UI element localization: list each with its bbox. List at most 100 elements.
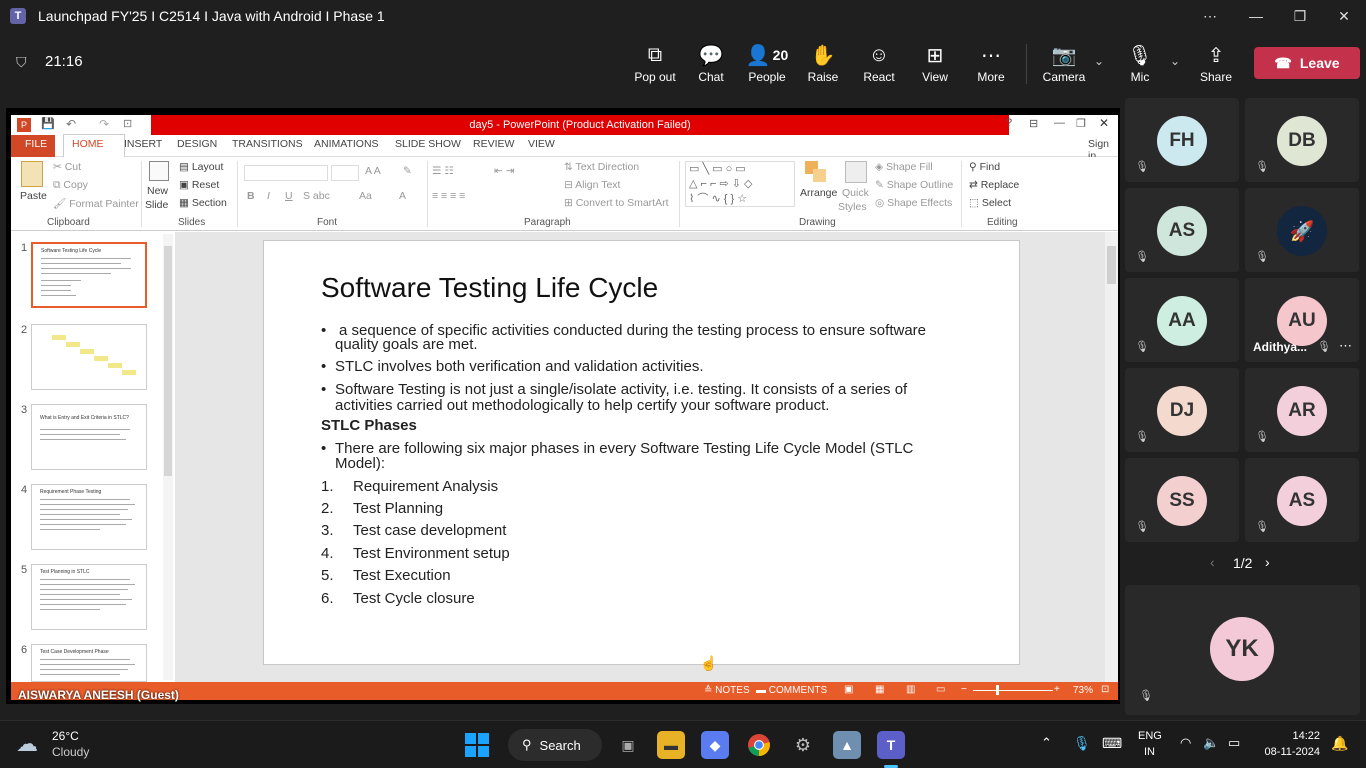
copy-button[interactable]: ⧉ Copy [53, 179, 88, 192]
battery-icon[interactable]: ▭ [1228, 735, 1240, 751]
find-button[interactable]: ⚲ Find [969, 161, 1000, 173]
minimize-button[interactable]: — [1234, 0, 1278, 32]
people-button[interactable]: 👤 20 People [739, 42, 795, 92]
participant-tile[interactable]: FH 🎙 [1125, 98, 1239, 182]
clock-date[interactable]: 08-11-2024 [1256, 746, 1320, 758]
close-button[interactable]: ✕ [1322, 0, 1366, 32]
quick-styles-button[interactable]: Quick [842, 187, 869, 199]
bold-icon[interactable]: B [247, 190, 255, 202]
slide-thumbnails-pane[interactable]: 1 Software Testing Life Cycle 2 3 What i… [11, 232, 175, 682]
chrome-icon[interactable] [745, 731, 773, 759]
tab-animations[interactable]: ANIMATIONS [314, 138, 379, 150]
slide-editor[interactable]: Software Testing Life Cycle • a sequence … [175, 232, 1118, 682]
current-slide[interactable]: Software Testing Life Cycle • a sequence … [263, 240, 1020, 665]
new-slide-label[interactable]: New [147, 185, 168, 197]
ppt-close-button[interactable]: ✕ [1099, 116, 1109, 130]
participant-tile[interactable]: AA 🎙 [1125, 278, 1239, 362]
layout-button[interactable]: ▤ Layout [179, 161, 223, 173]
cut-button[interactable]: ✂ Cut [53, 161, 81, 173]
wifi-icon[interactable]: ◠ [1180, 735, 1191, 751]
ribbon-display-icon[interactable]: ⊟ [1029, 117, 1038, 130]
language-region[interactable]: IN [1144, 746, 1155, 758]
pop-out-button[interactable]: ⧉ Pop out [627, 42, 683, 92]
zoom-slider[interactable] [973, 690, 1053, 691]
indent-icon[interactable]: ⇤ ⇥ [494, 165, 515, 177]
select-button[interactable]: ⬚ Select [969, 197, 1011, 209]
ppt-minimize-button[interactable]: — [1054, 117, 1065, 129]
undo-icon[interactable]: ↶ [66, 117, 76, 131]
zoom-slider-thumb[interactable] [996, 685, 999, 695]
shapes-gallery[interactable]: ▭ ╲ ▭ ○ ▭ △ ⌐ ⌐ ⇨ ⇩ ◇ ⌇ ⌒ ∿ { } ☆ [685, 161, 795, 207]
paste-icon[interactable] [21, 161, 43, 187]
format-painter-button[interactable]: 🖌 Format Painter [53, 197, 139, 210]
clock-time[interactable]: 14:22 [1264, 730, 1320, 742]
slide-thumbnail-2[interactable] [31, 324, 147, 390]
font-size-select[interactable] [331, 165, 359, 181]
section-button[interactable]: ▦ Section [179, 197, 227, 209]
slide-sorter-icon[interactable]: ▦ [875, 684, 884, 695]
participant-tile[interactable]: DB 🎙 [1245, 98, 1359, 182]
zoom-out-icon[interactable]: − [961, 684, 967, 695]
keyboard-icon[interactable]: ⌨ [1102, 735, 1122, 752]
weather-temp[interactable]: 26°C [52, 729, 79, 743]
quick-styles-icon[interactable] [845, 161, 867, 183]
clear-formatting-icon[interactable]: ✎ [403, 165, 412, 177]
next-page-icon[interactable]: › [1265, 554, 1270, 570]
photos-icon[interactable]: ▲ [833, 731, 861, 759]
tab-home[interactable]: HOME [72, 138, 104, 150]
tab-design[interactable]: DESIGN [177, 138, 217, 150]
language-code[interactable]: ENG [1138, 730, 1162, 742]
bullets-icon[interactable]: ☰ ☷ [432, 165, 454, 177]
align-icons[interactable]: ≡ ≡ ≡ ≡ [432, 190, 465, 202]
normal-view-icon[interactable]: ▣ [844, 684, 853, 695]
arrange-icon[interactable] [805, 161, 827, 183]
text-direction-button[interactable]: ⇅ Text Direction [564, 161, 639, 173]
replace-button[interactable]: ⇄ Replace [969, 179, 1019, 191]
share-button[interactable]: ⇪ Share [1188, 42, 1244, 92]
arrange-button[interactable]: Arrange [800, 187, 837, 199]
chat-button[interactable]: 💬 Chat [683, 42, 739, 92]
quick-styles-label-2[interactable]: Styles [838, 201, 867, 213]
slide-thumbnail-5[interactable]: Test Planning in STLC [31, 564, 147, 630]
ppt-restore-button[interactable]: ❐ [1076, 117, 1086, 130]
italic-icon[interactable]: I [267, 190, 270, 202]
previous-page-icon[interactable]: ‹ [1210, 554, 1215, 570]
leave-button[interactable]: ☎ Leave [1254, 47, 1360, 79]
react-button[interactable]: ☺ React [851, 42, 907, 92]
font-color-icon[interactable]: A [399, 190, 406, 202]
participant-tile[interactable]: AU Adithya... 🎙 ⋯ [1245, 278, 1359, 362]
raise-hand-button[interactable]: ✋ Raise [795, 42, 851, 92]
strikethrough-icon[interactable]: S abc [303, 190, 330, 202]
notes-button[interactable]: ≙ NOTES [704, 685, 750, 696]
zoom-level[interactable]: 73% [1073, 685, 1093, 696]
slide-thumbnail-1[interactable]: Software Testing Life Cycle [31, 242, 147, 308]
participant-tile[interactable]: AR 🎙 [1245, 368, 1359, 452]
camera-button[interactable]: 📷 Camera [1036, 42, 1092, 92]
comments-button[interactable]: ▬ COMMENTS [756, 685, 827, 696]
weather-desc[interactable]: Cloudy [52, 745, 89, 759]
convert-smartart-button[interactable]: ⊞ Convert to SmartArt [564, 197, 669, 209]
reading-view-icon[interactable]: ▥ [906, 684, 915, 695]
tab-transitions[interactable]: TRANSITIONS [232, 138, 303, 150]
tab-view[interactable]: VIEW [528, 138, 555, 150]
underline-icon[interactable]: U [285, 190, 293, 202]
grow-font-icon[interactable]: A A [365, 165, 381, 177]
help-icon[interactable]: ? [1006, 117, 1012, 129]
teams-taskbar-icon[interactable]: T [877, 731, 905, 759]
tab-review[interactable]: REVIEW [473, 138, 514, 150]
shape-effects-button[interactable]: ◎ Shape Effects [875, 197, 952, 209]
zoom-in-icon[interactable]: + [1054, 684, 1060, 695]
participant-tile[interactable]: AS 🎙 [1125, 188, 1239, 272]
fit-slide-icon[interactable]: ⊡ [1101, 684, 1109, 695]
camera-options-chevron-icon[interactable]: ⌄ [1094, 54, 1104, 68]
start-slideshow-icon[interactable]: ⊡ [123, 117, 132, 130]
redo-icon[interactable]: ↷ [99, 117, 109, 131]
mic-button[interactable]: 🎙 Mic [1112, 42, 1168, 92]
align-text-button[interactable]: ⊟ Align Text [564, 179, 620, 191]
microphone-in-use-icon[interactable]: 🎙 [1073, 735, 1091, 752]
notification-bell-icon[interactable]: 🔔 [1331, 735, 1348, 752]
slide-thumbnail-4[interactable]: Requirement Phase Testing [31, 484, 147, 550]
copilot-icon[interactable]: ◆ [701, 731, 729, 759]
maximize-button[interactable]: ❐ [1278, 0, 1322, 32]
tab-insert[interactable]: INSERT [124, 138, 162, 150]
